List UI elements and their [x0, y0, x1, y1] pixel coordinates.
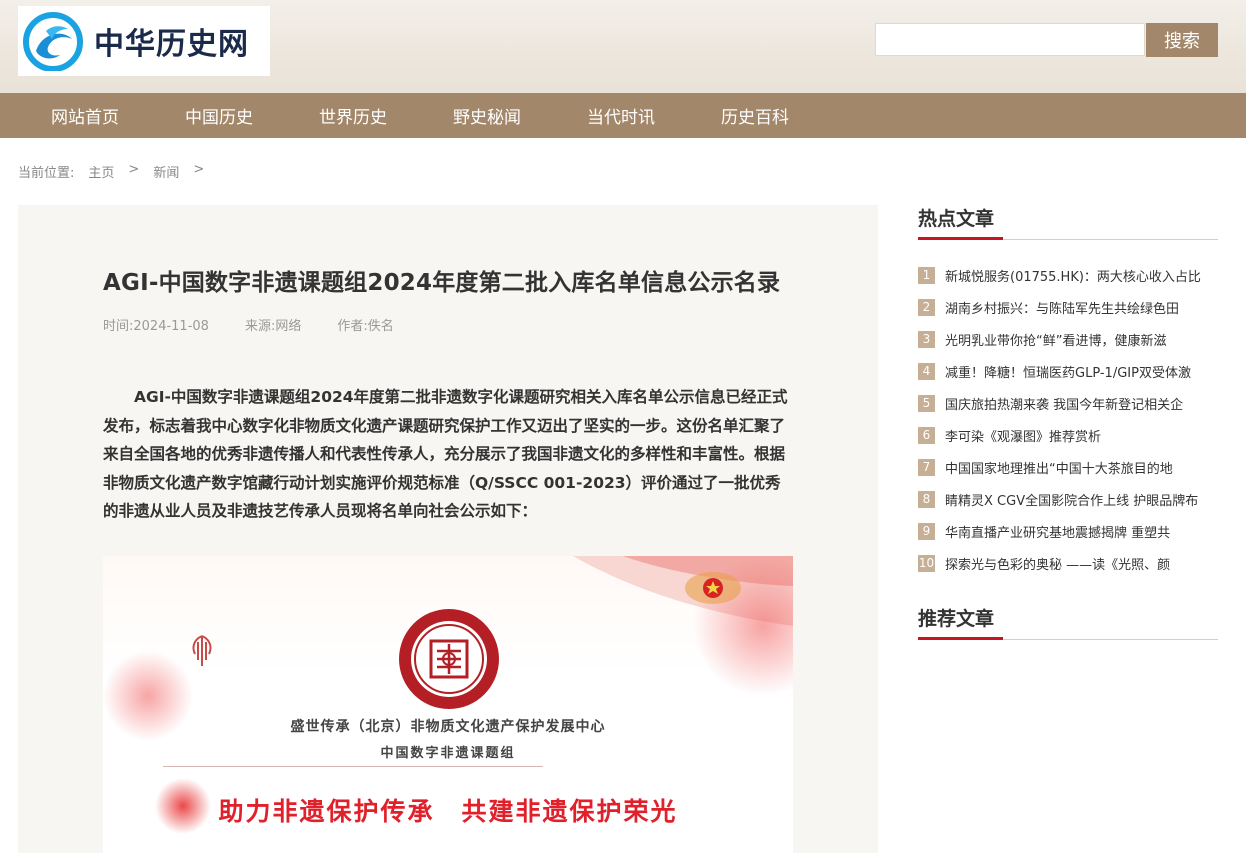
article-panel: AGI-中国数字非遗课题组2024年度第二批入库名单信息公示名录 时间:2024…: [18, 205, 878, 853]
hot-article-title[interactable]: 探索光与色彩的奥秘 ——读《光照、颜: [945, 554, 1170, 573]
source-label: 来源:: [244, 319, 276, 334]
nav-item-history-encyclopedia[interactable]: 历史百科: [721, 103, 789, 128]
hot-article-item[interactable]: 3 光明乳业带你抢“鲜”看进博，健康新滋: [918, 323, 1218, 355]
hot-article-title[interactable]: 光明乳业带你抢“鲜”看进博，健康新滋: [945, 330, 1166, 349]
nav-item-current-news[interactable]: 当代时讯: [587, 103, 655, 128]
article-title: AGI-中国数字非遗课题组2024年度第二批入库名单信息公示名录: [103, 270, 781, 296]
ornament-icon: [192, 635, 212, 666]
rank-badge: 9: [918, 522, 935, 540]
author-value: 佚名: [367, 319, 394, 334]
site-name: 中华历史网: [94, 27, 249, 62]
hot-article-title[interactable]: 李可染《观瀑图》推荐赏析: [945, 426, 1101, 445]
rank-badge: 7: [918, 458, 935, 476]
hot-article-title[interactable]: 睛精灵X CGV全国影院合作上线 护眼品牌布: [945, 490, 1198, 509]
poster-divider: [163, 766, 543, 767]
hot-article-title[interactable]: 国庆旅拍热潮来袭 我国今年新登记相关企: [945, 394, 1183, 413]
rank-badge: 1: [918, 266, 935, 284]
breadcrumb-label: 当前位置:: [18, 166, 75, 181]
nav-item-china-history[interactable]: 中国历史: [185, 103, 253, 128]
rank-badge: 2: [918, 298, 935, 316]
hot-article-title[interactable]: 华南直播产业研究基地震撼揭牌 重塑共: [945, 522, 1170, 541]
hot-article-item[interactable]: 1 新城悦服务(01755.HK)：两大核心收入占比: [918, 259, 1218, 291]
search-button[interactable]: 搜索: [1146, 23, 1218, 57]
hot-article-item[interactable]: 9 华南直播产业研究基地震撼揭牌 重塑共: [918, 515, 1218, 547]
hot-article-item[interactable]: 6 李可染《观瀑图》推荐赏析: [918, 419, 1218, 451]
hot-article-item[interactable]: 4 减重！降糖！恒瑞医药GLP-1/GIP双受体激: [918, 355, 1218, 387]
nav-item-world-history[interactable]: 世界历史: [319, 103, 387, 128]
rank-badge: 6: [918, 426, 935, 444]
hot-articles-heading: 热点文章: [918, 208, 995, 230]
time-label: 时间:: [103, 319, 134, 334]
breadcrumb: 当前位置: 主页 > 新闻 >: [18, 162, 204, 181]
main-nav: 网站首页 中国历史 世界历史 野史秘闻 当代时讯 历史百科: [0, 93, 1246, 138]
hot-articles-list: 1 新城悦服务(01755.HK)：两大核心收入占比 2 湖南乡村振兴：与陈陆军先生…: [918, 259, 1218, 579]
breadcrumb-separator: >: [193, 162, 205, 177]
hot-article-title[interactable]: 中国国家地理推出“中国十大茶旅目的地: [945, 458, 1173, 477]
rank-badge: 5: [918, 394, 935, 412]
hot-article-item[interactable]: 5 国庆旅拍热潮来袭 我国今年新登记相关企: [918, 387, 1218, 419]
article-author: 作者:佚名: [337, 315, 393, 334]
recommended-articles-heading: 推荐文章: [918, 608, 995, 630]
hot-article-title[interactable]: 湖南乡村振兴：与陈陆军先生共绘绿色田: [945, 298, 1179, 317]
article-time: 时间:2024-11-08: [103, 315, 209, 334]
breadcrumb-home[interactable]: 主页: [88, 162, 114, 181]
poster-slogan: 助力非遗保护传承 共建非遗保护荣光: [218, 797, 678, 826]
rank-badge: 3: [918, 330, 935, 348]
logo-wave-icon: [23, 12, 83, 71]
poster-group-name: 中国数字非遗课题组: [380, 746, 516, 761]
time-value: 2024-11-08: [133, 319, 209, 334]
seal-logo-icon: [399, 609, 499, 709]
search-input[interactable]: [875, 23, 1145, 56]
nav-item-home[interactable]: 网站首页: [51, 103, 119, 128]
nav-item-unofficial-history[interactable]: 野史秘闻: [453, 103, 521, 128]
source-value: 网络: [275, 319, 302, 334]
rank-badge: 8: [918, 490, 935, 508]
site-header: 中华历史网 搜索: [0, 0, 1246, 93]
hot-article-title[interactable]: 新城悦服务(01755.HK)：两大核心收入占比: [945, 266, 1201, 285]
national-emblem-icon: [685, 572, 741, 604]
article-source: 来源:网络: [245, 315, 301, 334]
recommended-articles-accent: [918, 637, 1003, 640]
article-body: AGI-中国数字非遗课题组2024年度第二批非遗数字化课题研究相关入库名单公示信…: [103, 388, 788, 520]
hot-article-item[interactable]: 7 中国国家地理推出“中国十大茶旅目的地: [918, 451, 1218, 483]
rank-badge: 10: [918, 554, 935, 572]
rank-badge: 4: [918, 362, 935, 380]
article-meta: 时间:2024-11-08 来源:网络 作者:佚名: [103, 315, 430, 334]
author-label: 作者:: [337, 319, 368, 334]
article-poster-image: 盛世传承（北京）非物质文化遗产保护发展中心 中国数字非遗课题组 助力非遗保护传承…: [103, 556, 793, 853]
site-logo[interactable]: 中华历史网: [18, 6, 270, 76]
hot-article-item[interactable]: 10 探索光与色彩的奥秘 ——读《光照、颜: [918, 547, 1218, 579]
hot-articles-accent: [918, 237, 1003, 240]
breadcrumb-section[interactable]: 新闻: [153, 162, 179, 181]
hot-article-item[interactable]: 2 湖南乡村振兴：与陈陆军先生共绘绿色田: [918, 291, 1218, 323]
breadcrumb-separator: >: [128, 162, 140, 177]
poster-org-name: 盛世传承（北京）非物质文化遗产保护发展中心: [290, 719, 606, 735]
hot-article-item[interactable]: 8 睛精灵X CGV全国影院合作上线 护眼品牌布: [918, 483, 1218, 515]
hot-article-title[interactable]: 减重！降糖！恒瑞医药GLP-1/GIP双受体激: [945, 362, 1191, 381]
